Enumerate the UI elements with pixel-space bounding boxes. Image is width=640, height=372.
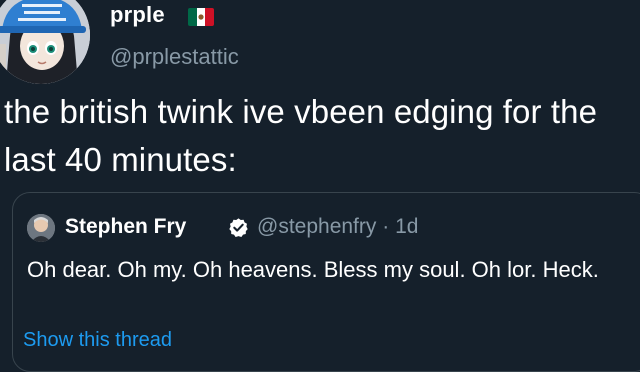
quoted-author-name[interactable]: Stephen Fry bbox=[65, 215, 186, 239]
quoted-author-meta: @stephenfry · 1d bbox=[257, 215, 418, 239]
mexico-flag-icon bbox=[188, 8, 214, 26]
quoted-tweet-card[interactable]: Stephen Fry @stephenfry · 1d Oh dear. Oh… bbox=[12, 192, 640, 372]
author-handle[interactable]: @prplestattic bbox=[110, 44, 239, 70]
quoted-tweet-time[interactable]: 1d bbox=[395, 215, 418, 238]
show-thread-link[interactable]: Show this thread bbox=[23, 329, 172, 352]
tweet: prple @prplestattic the british twink iv… bbox=[0, 0, 640, 372]
meta-separator: · bbox=[382, 215, 390, 238]
tweet-text: the british twink ive vbeen edging for t… bbox=[4, 93, 598, 178]
quoted-tweet-text: Oh dear. Oh my. Oh heavens. Bless my sou… bbox=[27, 257, 599, 282]
quoted-author-handle[interactable]: @stephenfry bbox=[257, 215, 376, 238]
author-avatar[interactable] bbox=[0, 0, 90, 84]
quoted-author-avatar bbox=[27, 214, 55, 242]
avatar-anime-girl-image bbox=[0, 0, 90, 84]
verified-badge-icon bbox=[228, 217, 249, 238]
author-name[interactable]: prple bbox=[110, 2, 165, 28]
